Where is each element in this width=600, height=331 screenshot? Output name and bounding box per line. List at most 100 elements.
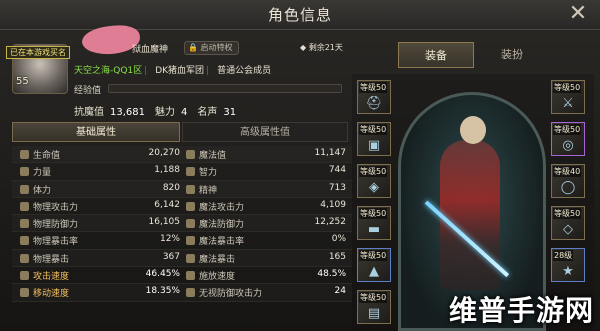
stat-name-right: 魔法攻击力 (186, 200, 244, 213)
stat-value-right: 48.5% (317, 269, 346, 280)
tab-outfit[interactable]: 装扮 (474, 42, 550, 68)
charm-label: 魅力 (155, 107, 175, 118)
stat-icon (186, 167, 195, 177)
lock-icon: 🔒 (188, 43, 198, 52)
stats-table: 生命值 20,270 魔法值 11,147 力量 1,188 智力 744 体力 820 精神 713… (12, 146, 354, 302)
stat-value-left: 12% (159, 234, 180, 245)
slot-level: 等级50 (553, 82, 582, 93)
stat-name-left: 物理攻击力 (20, 200, 78, 213)
stat-label: 生命值 (33, 151, 61, 161)
stat-name-left: 物理防御力 (20, 217, 78, 230)
exp-label: 经验值 (74, 86, 102, 96)
slot-level: 等级50 (359, 250, 388, 261)
stat-name-left: 体力 (20, 183, 51, 196)
stat-label: 智力 (199, 168, 218, 179)
equipment-slot[interactable]: 等级50 ▲ (357, 248, 391, 282)
stat-label: 魔法防御力 (199, 220, 245, 231)
stat-name-left: 移动速度 (20, 286, 69, 299)
stat-label: 精神 (199, 185, 218, 196)
stat-value-left: 16,105 (148, 217, 181, 228)
stat-name-right: 魔法防御力 (186, 217, 244, 230)
slot-level: 等级50 (359, 124, 388, 135)
server-name: 天空之海-QQ1区 (74, 66, 143, 76)
stat-value-left: 6,142 (154, 199, 180, 210)
stat-value-right: 4,109 (320, 199, 346, 210)
stat-label: 物理暴击 (33, 254, 70, 265)
equipment-slot[interactable]: 等级50 ◎ (551, 122, 585, 156)
tab-basic-stats[interactable]: 基础属性 (12, 122, 180, 142)
equipment-slot[interactable]: 等级50 ▬ (357, 206, 391, 240)
stat-name-right: 智力 (186, 165, 217, 178)
stat-value-right: 11,147 (314, 148, 347, 158)
stat-icon (186, 288, 195, 298)
stat-icon (20, 150, 29, 159)
stat-name-right: 无视防御攻击力 (186, 286, 262, 299)
equipment-slot[interactable]: 28级 ★ (551, 248, 585, 282)
stat-name-right: 施放速度 (186, 269, 235, 282)
stat-value-right: 165 (328, 251, 346, 262)
equipment-slot[interactable]: 等级50 ▤ (357, 290, 391, 324)
belt-icon: ▬ (367, 222, 381, 237)
auto-privilege-button[interactable]: 🔒 启动特权 (184, 41, 239, 55)
stat-value-right: 12,252 (314, 217, 347, 228)
stat-icon (186, 150, 195, 159)
equipment-slot[interactable]: 等级50 ⚔ (551, 80, 585, 114)
stat-label: 物理防御力 (33, 220, 79, 231)
stat-row: 生命值 20,270 魔法值 11,147 (12, 146, 354, 164)
ring-icon: ◇ (563, 222, 573, 237)
stat-icon (20, 167, 29, 177)
stat-value-right: 0% (331, 234, 346, 245)
stat-label: 物理攻击力 (33, 202, 79, 213)
stat-value-left: 20,270 (148, 148, 181, 158)
stat-value-right: 24 (334, 286, 346, 297)
stat-icon (186, 253, 195, 263)
tab-advanced-stats[interactable]: 高级属性值 (182, 122, 348, 142)
stat-value-left: 18.35% (145, 286, 180, 297)
stat-icon (20, 184, 29, 194)
stat-value-left: 46.45% (145, 269, 180, 280)
boots-icon: ▲ (369, 264, 379, 279)
stat-row: 物理暴击率 12% 魔法暴击率 0% (12, 232, 354, 250)
bracelet-icon: ◯ (560, 180, 576, 195)
shoulder-icon: ◈ (369, 180, 379, 195)
slot-level: 等级50 (553, 208, 582, 219)
stat-name-right: 魔法暴击率 (186, 234, 244, 247)
stat-label: 攻击速度 (33, 272, 70, 283)
equipment-slot[interactable]: 等级50 ⛑ (357, 80, 391, 114)
tab-equipment[interactable]: 装备 (398, 42, 474, 68)
stat-row: 体力 820 精神 713 (12, 181, 354, 198)
stat-label: 物理暴击率 (33, 237, 79, 248)
anti-magic-label: 抗魔值 (74, 107, 104, 118)
character-model (440, 140, 500, 290)
stat-row: 物理攻击力 6,142 魔法攻击力 4,109 (12, 198, 354, 216)
stat-icon (20, 271, 29, 281)
job-name: 狱血魔神 (132, 42, 168, 55)
equipment-slot[interactable]: 等级50 ▣ (357, 122, 391, 156)
stat-icon (20, 288, 29, 298)
reputation-label: 名声 (197, 107, 218, 118)
extra-stats-line: 抗魔值 13,681 魅力 4 名声 31 (74, 103, 246, 118)
stat-row: 物理暴击 367 魔法暴击 165 (12, 250, 354, 268)
slot-level: 等级40 (553, 166, 582, 177)
remaining-days-label: 剩余21天 (308, 43, 343, 52)
avatar-level: 55 (16, 76, 29, 87)
close-icon[interactable]: ✕ (566, 3, 590, 27)
guild-rank: 普通公会成员 (217, 66, 272, 76)
anti-magic-value: 13,681 (110, 107, 145, 118)
equipment-slot[interactable]: 等级50 ◈ (357, 164, 391, 198)
stat-icon (186, 201, 195, 211)
stat-icon (20, 236, 29, 246)
job-label: 狱血魔神 (132, 45, 169, 55)
necklace-icon: ◎ (562, 138, 574, 153)
divider: | (206, 66, 210, 76)
stat-icon (20, 253, 29, 263)
auto-privilege-label: 启动特权 (200, 43, 233, 52)
stat-icon (186, 271, 195, 281)
equipment-slot[interactable]: 等级50 ◇ (551, 206, 585, 240)
stat-value-right: 744 (328, 165, 346, 176)
window-title: 角色信息 (267, 6, 332, 24)
slot-level: 28级 (553, 250, 574, 261)
stat-row: 力量 1,188 智力 744 (12, 163, 354, 181)
stat-name-right: 精神 (186, 183, 217, 196)
equipment-slot[interactable]: 等级40 ◯ (551, 164, 585, 198)
